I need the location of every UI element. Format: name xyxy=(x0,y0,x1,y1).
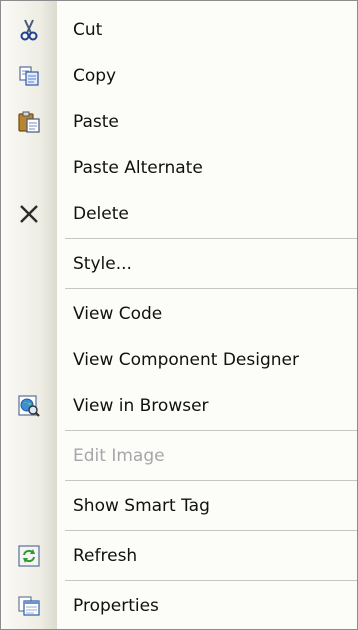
menu-item-label: Show Smart Tag xyxy=(73,496,210,516)
delete-x-icon xyxy=(1,191,57,237)
menu-item-properties[interactable]: Properties xyxy=(1,583,357,629)
menu-item-label: Properties xyxy=(73,596,159,616)
copy-icon xyxy=(1,53,57,99)
menu-item-view-component-designer[interactable]: View Component Designer xyxy=(1,337,357,383)
menu-item-label: Cut xyxy=(73,20,103,40)
menu-item-label: View Code xyxy=(73,304,163,324)
menu-item-cut[interactable]: Cut xyxy=(1,7,357,53)
menu-item-delete[interactable]: Delete xyxy=(1,191,357,237)
browser-preview-icon xyxy=(1,383,57,429)
menu-item-edit-image: Edit Image xyxy=(1,433,357,479)
menu-item-label: Style... xyxy=(73,254,132,274)
menu-item-label: Refresh xyxy=(73,546,138,566)
properties-icon xyxy=(1,583,57,629)
menu-item-paste[interactable]: Paste xyxy=(1,99,357,145)
menu-item-label: Edit Image xyxy=(73,446,165,466)
refresh-icon xyxy=(1,533,57,579)
menu-item-paste-alternate[interactable]: Paste Alternate xyxy=(1,145,357,191)
paste-icon xyxy=(1,99,57,145)
menu-item-label: Delete xyxy=(73,204,129,224)
menu-item-label: View Component Designer xyxy=(73,350,299,370)
scissors-icon xyxy=(1,7,57,53)
menu-items: Cut Copy Paste Paste Alternate Delete St… xyxy=(1,1,357,629)
menu-item-view-code[interactable]: View Code xyxy=(1,291,357,337)
menu-item-refresh[interactable]: Refresh xyxy=(1,533,357,579)
menu-item-label: Paste xyxy=(73,112,119,132)
menu-item-show-smart-tag[interactable]: Show Smart Tag xyxy=(1,483,357,529)
menu-item-style[interactable]: Style... xyxy=(1,241,357,287)
menu-item-copy[interactable]: Copy xyxy=(1,53,357,99)
menu-item-view-in-browser[interactable]: View in Browser xyxy=(1,383,357,429)
menu-item-label: Paste Alternate xyxy=(73,158,203,178)
menu-item-label: View in Browser xyxy=(73,396,209,416)
context-menu: Cut Copy Paste Paste Alternate Delete St… xyxy=(0,0,358,630)
menu-item-label: Copy xyxy=(73,66,117,86)
